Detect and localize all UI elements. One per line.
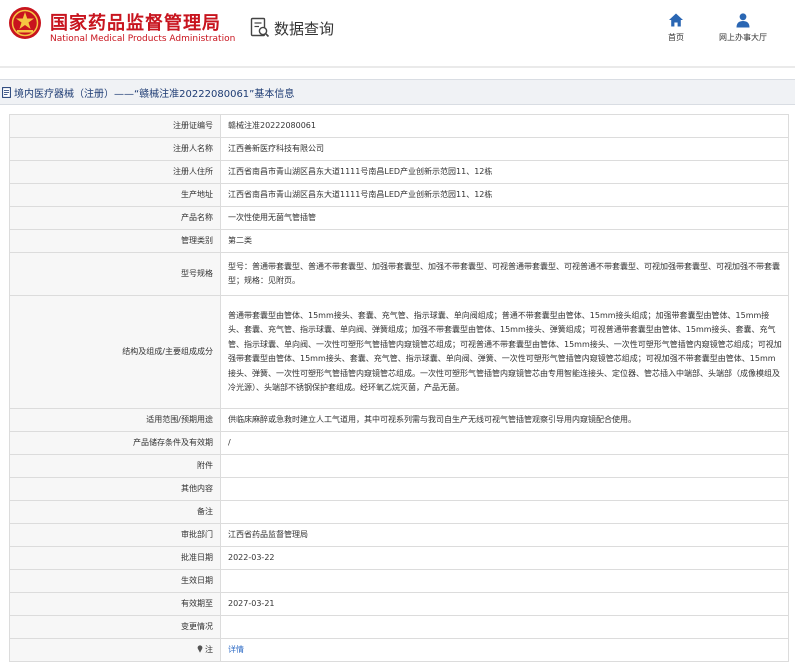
row-value: 供临床麻醉或急救时建立人工气道用，其中可视系列需与我司自生产无线可视气管插管观察… <box>220 408 789 432</box>
table-row: 结构及组成/主要组成成分 普通带套囊型由管体、15mm接头、套囊、充气管、指示球… <box>9 295 789 409</box>
note-label-text: 注 <box>205 644 213 654</box>
table-row: 其他内容 <box>9 477 789 501</box>
table-row: 型号规格 型号：普通带套囊型、普通不带套囊型、加强带套囊型、加强不带套囊型、可视… <box>9 252 789 296</box>
table-row: 管理类别 第二类 <box>9 229 789 253</box>
site-header: 国家药品监督管理局 National Medical Products Admi… <box>0 0 795 62</box>
row-label: 批准日期 <box>9 546 221 570</box>
table-row: 审批部门 江西省药品监督管理局 <box>9 523 789 547</box>
row-label: 型号规格 <box>9 252 221 296</box>
brand-subtitle: National Medical Products Administration <box>50 34 236 44</box>
nav-home[interactable]: 首页 <box>660 12 692 43</box>
row-value: 江西省南昌市青山湖区昌东大道1111号南昌LED产业创新示范园11、12栋 <box>220 183 789 207</box>
detail-table: 注册证编号 赣械注准20222080061 注册人名称 江西善新医疗科技有限公司… <box>9 114 789 662</box>
table-row: 变更情况 <box>9 615 789 639</box>
row-value: 赣械注准20222080061 <box>220 114 789 138</box>
row-label: 适用范围/预期用途 <box>9 408 221 432</box>
row-label: 注册证编号 <box>9 114 221 138</box>
row-label: 变更情况 <box>9 615 221 639</box>
table-row: 注册证编号 赣械注准20222080061 <box>9 114 789 138</box>
data-query-label: 数据查询 <box>274 19 335 38</box>
row-label: 审批部门 <box>9 523 221 547</box>
row-label: 其他内容 <box>9 477 221 501</box>
table-row: 批准日期 2022-03-22 <box>9 546 789 570</box>
table-row: 产品储存条件及有效期 / <box>9 431 789 455</box>
row-label: 生效日期 <box>9 569 221 593</box>
row-label-note: 注 <box>9 638 221 662</box>
emblem-logo <box>9 7 41 39</box>
table-row: 产品名称 一次性使用无菌气管插管 <box>9 206 789 230</box>
table-row: 注册人名称 江西善新医疗科技有限公司 <box>9 137 789 161</box>
row-value: 2022-03-22 <box>220 546 789 570</box>
table-row: 附件 <box>9 454 789 478</box>
table-row: 适用范围/预期用途 供临床麻醉或急救时建立人工气道用，其中可视系列需与我司自生产… <box>9 408 789 432</box>
document-icon <box>2 86 11 98</box>
row-value: 2027-03-21 <box>220 592 789 616</box>
document-search-icon <box>250 17 270 38</box>
row-label: 结构及组成/主要组成成分 <box>9 295 221 409</box>
data-query-link[interactable]: 数据查询 <box>250 16 334 40</box>
brand-title: 国家药品监督管理局 <box>50 13 221 34</box>
row-value <box>220 569 789 593</box>
row-value <box>220 500 789 524</box>
row-value: 一次性使用无菌气管插管 <box>220 206 789 230</box>
breadcrumb-text: 境内医疗器械（注册）——“赣械注准20222080061”基本信息 <box>14 88 295 100</box>
row-label: 注册人住所 <box>9 160 221 184</box>
pin-icon <box>197 645 203 653</box>
home-icon <box>669 13 683 27</box>
row-label: 管理类别 <box>9 229 221 253</box>
row-value: 普通带套囊型由管体、15mm接头、套囊、充气管、指示球囊、单向阀组成；普通不带套… <box>220 295 789 409</box>
row-label: 附件 <box>9 454 221 478</box>
details-link[interactable]: 详情 <box>228 645 244 654</box>
row-label: 产品储存条件及有效期 <box>9 431 221 455</box>
row-value: 第二类 <box>220 229 789 253</box>
header-divider <box>0 66 795 68</box>
row-value: 江西省药品监督管理局 <box>220 523 789 547</box>
row-value: 型号：普通带套囊型、普通不带套囊型、加强带套囊型、加强不带套囊型、可视普通带套囊… <box>220 252 789 296</box>
row-value <box>220 477 789 501</box>
row-label: 生产地址 <box>9 183 221 207</box>
table-row: 备注 <box>9 500 789 524</box>
user-icon <box>736 13 750 28</box>
row-value <box>220 615 789 639</box>
row-value <box>220 454 789 478</box>
row-label: 备注 <box>9 500 221 524</box>
breadcrumb: 境内医疗器械（注册）——“赣械注准20222080061”基本信息 <box>0 79 795 105</box>
row-value: 详情 <box>220 638 789 662</box>
nav-home-label: 首页 <box>668 33 684 42</box>
table-row: 生效日期 <box>9 569 789 593</box>
row-value: 江西省南昌市青山湖区昌东大道1111号南昌LED产业创新示范园11、12栋 <box>220 160 789 184</box>
table-row: 生产地址 江西省南昌市青山湖区昌东大道1111号南昌LED产业创新示范园11、1… <box>9 183 789 207</box>
row-label: 产品名称 <box>9 206 221 230</box>
table-row: 有效期至 2027-03-21 <box>9 592 789 616</box>
nav-online-hall-label: 网上办事大厅 <box>719 33 767 42</box>
table-row: 注册人住所 江西省南昌市青山湖区昌东大道1111号南昌LED产业创新示范园11、… <box>9 160 789 184</box>
nav-online-hall[interactable]: 网上办事大厅 <box>708 12 778 43</box>
row-value: 江西善新医疗科技有限公司 <box>220 137 789 161</box>
table-row: 注 详情 <box>9 638 789 662</box>
row-label: 注册人名称 <box>9 137 221 161</box>
row-value: / <box>220 431 789 455</box>
row-label: 有效期至 <box>9 592 221 616</box>
